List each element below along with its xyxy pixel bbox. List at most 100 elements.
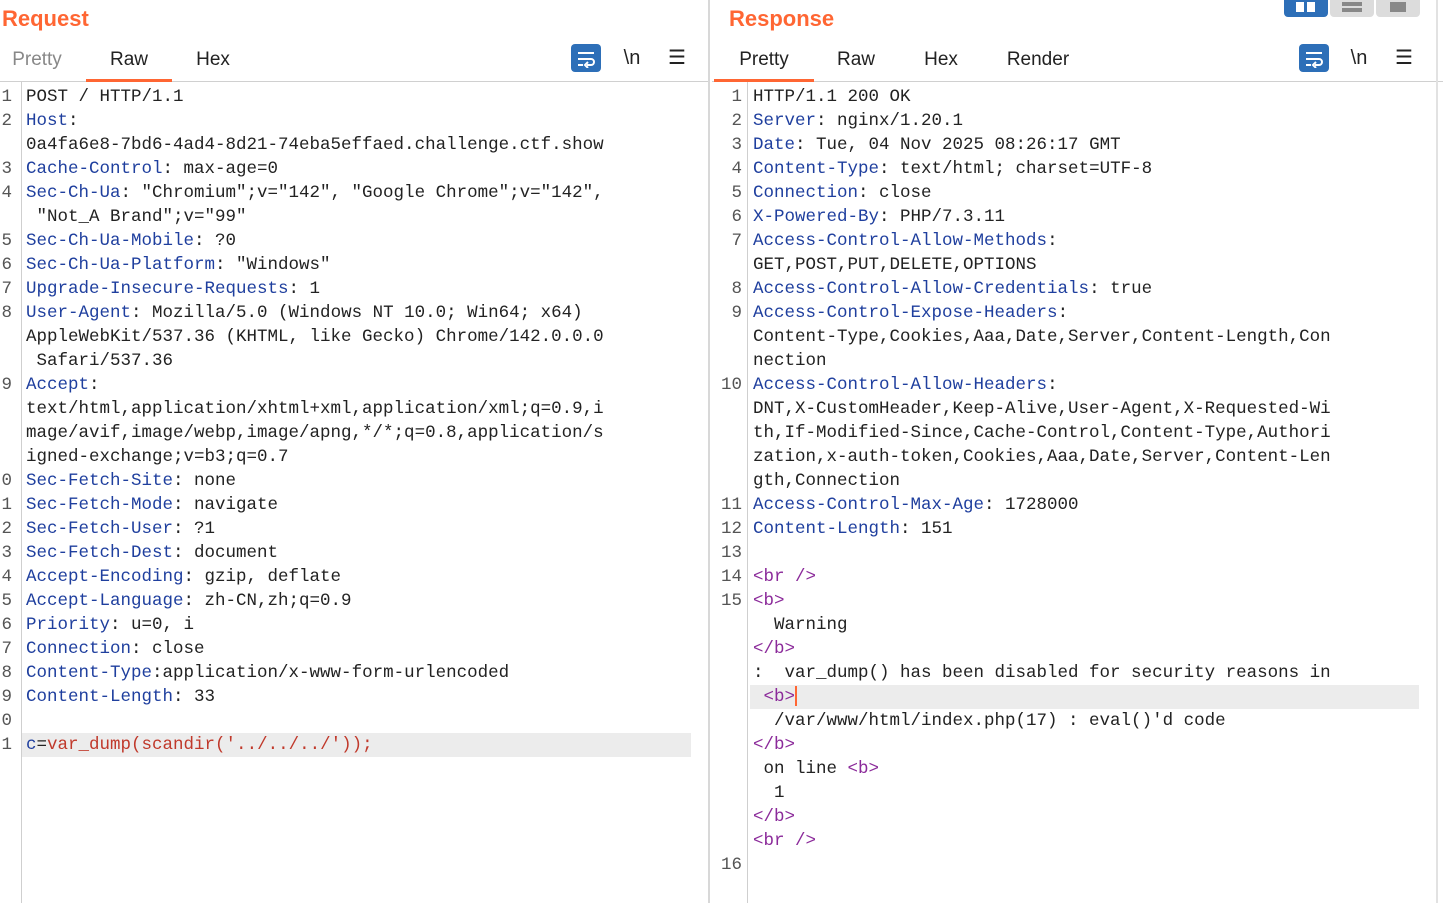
code-text: text/html,application/xhtml+xml,applicat… — [26, 399, 604, 419]
panel-divider[interactable] — [708, 0, 710, 903]
wrap-lines-icon — [578, 51, 595, 69]
code-line[interactable]: Accept-Encoding: gzip, deflate — [26, 565, 341, 589]
code-line[interactable]: igned-exchange;v=b3;q=0.7 — [26, 445, 289, 469]
tab-response-raw[interactable]: Raw — [826, 43, 886, 79]
code-line[interactable]: Content-Length: 33 — [26, 685, 215, 709]
html-tag: <b> — [847, 759, 880, 779]
code-line[interactable]: c=var_dump(scandir('../../../')); — [26, 733, 373, 757]
code-line[interactable]: X-Powered-By: PHP/7.3.11 — [753, 205, 1005, 229]
code-line[interactable]: Content-Length: 151 — [753, 517, 953, 541]
code-line[interactable]: nection — [753, 349, 827, 373]
code-line[interactable]: Cache-Control: max-age=0 — [26, 157, 278, 181]
code-line[interactable]: User-Agent: Mozilla/5.0 (Windows NT 10.0… — [26, 301, 583, 325]
line-number: 8 — [1, 303, 12, 323]
code-line[interactable]: Connection: close — [26, 637, 205, 661]
tab-request-pretty[interactable]: Pretty — [0, 43, 74, 79]
line-number: 5 — [731, 183, 742, 203]
code-line[interactable]: <br /> — [753, 565, 816, 589]
code-line[interactable]: POST / HTTP/1.1 — [26, 85, 184, 109]
code-line[interactable]: HTTP/1.1 200 OK — [753, 85, 911, 109]
show-newlines-button[interactable]: \n — [617, 44, 647, 72]
code-line[interactable]: Sec-Fetch-Mode: navigate — [26, 493, 278, 517]
code-line[interactable]: "Not_A Brand";v="99" — [26, 205, 247, 229]
response-wrap-lines-button[interactable] — [1299, 44, 1329, 72]
line-number: 9 — [731, 303, 742, 323]
code-line[interactable]: </b> — [753, 637, 795, 661]
code-line[interactable]: GET,POST,PUT,DELETE,OPTIONS — [753, 253, 1037, 277]
line-number: 2 — [1, 111, 12, 131]
code-text: Content-Type,Cookies,Aaa,Date,Server,Con… — [753, 327, 1331, 347]
code-line[interactable]: Sec-Fetch-User: ?1 — [26, 517, 215, 541]
code-line[interactable]: Content-Type:application/x-www-form-urle… — [26, 661, 509, 685]
code-line[interactable]: Server: nginx/1.20.1 — [753, 109, 963, 133]
tab-response-pretty[interactable]: Pretty — [714, 43, 814, 82]
tab-response-render[interactable]: Render — [996, 43, 1080, 79]
code-line[interactable]: Accept: — [26, 373, 100, 397]
code-line[interactable]: Sec-Ch-Ua-Mobile: ?0 — [26, 229, 236, 253]
code-text: : text/html; charset=UTF-8 — [879, 159, 1153, 179]
line-number: 6 — [731, 207, 742, 227]
code-text: : 1 — [288, 279, 321, 299]
code-line[interactable]: gth,Connection — [753, 469, 900, 493]
code-line[interactable]: Date: Tue, 04 Nov 2025 08:26:17 GMT — [753, 133, 1121, 157]
wrap-lines-button[interactable] — [571, 44, 601, 72]
html-tag: </b> — [753, 735, 796, 755]
code-line[interactable]: Access-Control-Allow-Headers: — [753, 373, 1058, 397]
code-line[interactable]: Warning — [753, 613, 848, 637]
code-line[interactable]: zation,x-auth-token,Cookies,Aaa,Date,Ser… — [753, 445, 1331, 469]
code-line[interactable]: text/html,application/xhtml+xml,applicat… — [26, 397, 604, 421]
line-number: 8 — [1, 663, 12, 683]
code-line[interactable]: DNT,X-CustomHeader,Keep-Alive,User-Agent… — [753, 397, 1331, 421]
code-line[interactable]: Content-Type: text/html; charset=UTF-8 — [753, 157, 1152, 181]
request-menu-icon[interactable]: ☰ — [662, 44, 692, 72]
code-line[interactable]: Access-Control-Max-Age: 1728000 — [753, 493, 1079, 517]
code-line[interactable]: Safari/537.36 — [26, 349, 174, 373]
line-number: 7 — [731, 231, 742, 251]
code-line[interactable]: <b> — [753, 589, 785, 613]
code-text: : ?0 — [194, 231, 237, 251]
line-number: 7 — [1, 639, 12, 659]
response-menu-icon[interactable]: ☰ — [1389, 44, 1419, 72]
code-line[interactable]: Upgrade-Insecure-Requests: 1 — [26, 277, 320, 301]
line-number: 0 — [1, 711, 12, 731]
code-line[interactable]: Sec-Fetch-Dest: document — [26, 541, 278, 565]
tab-request-hex[interactable]: Hex — [182, 43, 244, 79]
code-line[interactable]: </b> — [753, 733, 795, 757]
code-line[interactable]: Sec-Ch-Ua: "Chromium";v="142", "Google C… — [26, 181, 604, 205]
code-line[interactable]: Access-Control-Expose-Headers: — [753, 301, 1068, 325]
tab-request-raw[interactable]: Raw — [86, 43, 172, 82]
code-line[interactable]: Sec-Ch-Ua-Platform: "Windows" — [26, 253, 331, 277]
code-line[interactable]: Accept-Language: zh-CN,zh;q=0.9 — [26, 589, 352, 613]
response-show-newlines-button[interactable]: \n — [1344, 44, 1374, 72]
line-number: 4 — [731, 159, 742, 179]
code-line[interactable]: mage/avif,image/webp,image/apng,*/*;q=0.… — [26, 421, 604, 445]
tab-response-hex[interactable]: Hex — [910, 43, 972, 79]
code-line[interactable]: </b> — [753, 805, 795, 829]
header-name: Host — [26, 111, 69, 131]
code-line[interactable]: Priority: u=0, i — [26, 613, 194, 637]
code-line[interactable]: <br /> — [753, 829, 816, 853]
line-number: 9 — [1, 687, 12, 707]
code-line[interactable]: Host: — [26, 109, 79, 133]
code-line[interactable]: <b> — [753, 685, 798, 709]
code-line[interactable]: Sec-Fetch-Site: none — [26, 469, 236, 493]
html-tag: <b> — [763, 687, 796, 707]
code-line[interactable]: Connection: close — [753, 181, 932, 205]
header-name: Content-Type — [26, 663, 153, 683]
code-text: = — [36, 735, 48, 755]
code-text: : "Windows" — [215, 255, 331, 275]
code-line[interactable]: Access-Control-Allow-Credentials: true — [753, 277, 1152, 301]
html-tag: <b> — [753, 591, 785, 611]
code-line[interactable]: 0a4fa6e8-7bd6-4ad4-8d21-74eba5effaed.cha… — [26, 133, 604, 157]
code-line[interactable]: : var_dump() has been disabled for secur… — [753, 661, 1331, 685]
line-number: 1 — [1, 735, 12, 755]
code-line[interactable]: AppleWebKit/537.36 (KHTML, like Gecko) C… — [26, 325, 604, 349]
line-number: 3 — [1, 159, 12, 179]
code-line[interactable]: Access-Control-Allow-Methods: — [753, 229, 1058, 253]
code-line[interactable]: Content-Type,Cookies,Aaa,Date,Server,Con… — [753, 325, 1331, 349]
code-line[interactable]: /var/www/html/index.php(17) : eval()'d c… — [753, 709, 1226, 733]
code-line[interactable]: th,If-Modified-Since,Cache-Control,Conte… — [753, 421, 1331, 445]
code-line[interactable]: on line <b> — [753, 757, 880, 781]
right-scroll-edge[interactable] — [1436, 0, 1438, 903]
code-line[interactable]: 1 — [753, 781, 785, 805]
